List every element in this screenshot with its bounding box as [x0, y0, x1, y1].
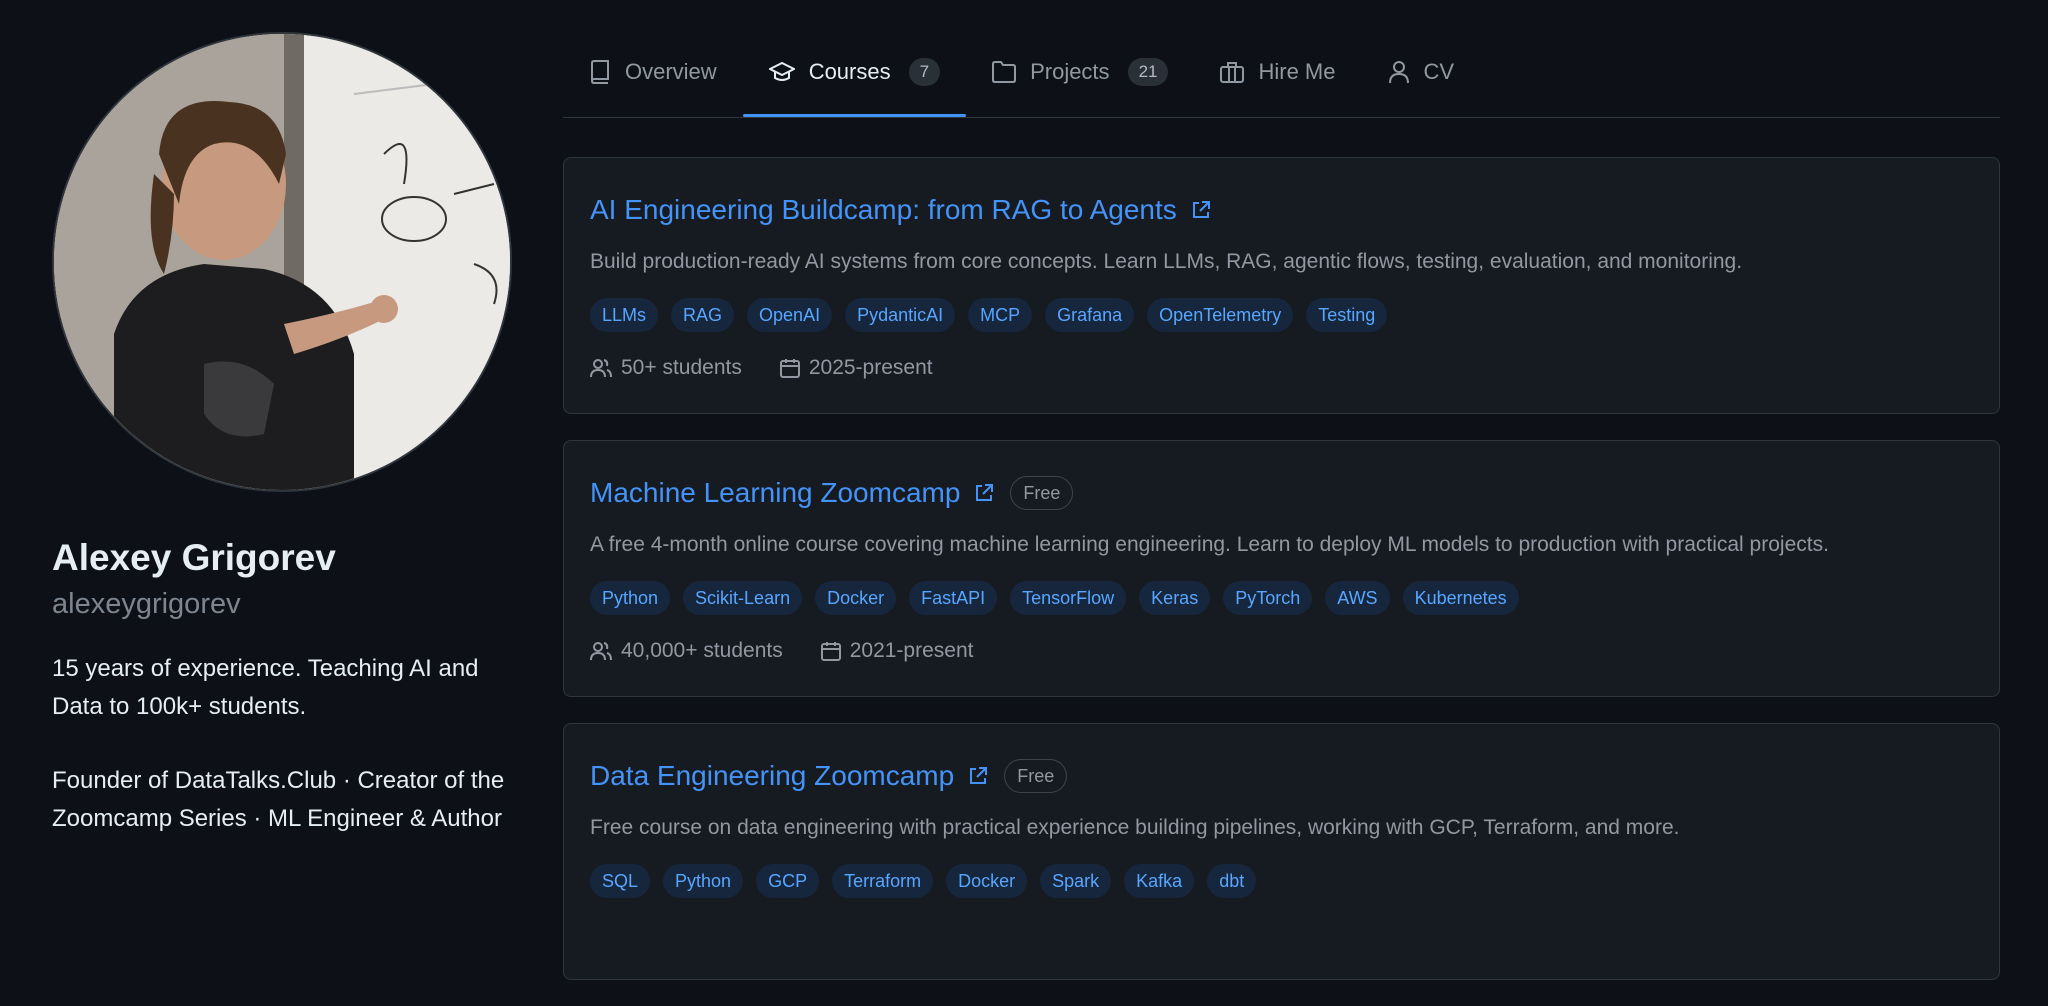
profile-username: alexeygrigorev	[52, 588, 241, 620]
tag[interactable]: Docker	[815, 581, 897, 615]
students-label: 40,000+ students	[621, 639, 783, 662]
tag-list: LLMs RAG OpenAI PydanticAI MCP Grafana O…	[590, 298, 1973, 332]
students-count: 40,000+ students	[590, 639, 783, 663]
students-label: 50+ students	[621, 356, 742, 379]
tag[interactable]: AWS	[1325, 581, 1390, 615]
course-list: AI Engineering Buildcamp: from RAG to Ag…	[563, 157, 2000, 1006]
tag[interactable]: dbt	[1207, 864, 1257, 898]
tab-label: Courses	[808, 59, 891, 84]
tag[interactable]: Docker	[946, 864, 1028, 898]
free-badge: Free	[1004, 759, 1068, 793]
tab-cv[interactable]: CV	[1362, 36, 1481, 108]
people-icon	[590, 358, 612, 378]
profile-tabs: Overview Courses 7 Projects 21 Hire Me C…	[563, 36, 2000, 118]
course-card: Machine Learning Zoomcamp Free A free 4-…	[563, 440, 2000, 697]
students-count: 50+ students	[590, 356, 742, 380]
course-title-link[interactable]: Data Engineering Zoomcamp	[590, 760, 954, 792]
calendar-icon	[779, 358, 800, 378]
person-icon	[1388, 60, 1410, 84]
course-title-link[interactable]: Machine Learning Zoomcamp	[590, 477, 960, 509]
avatar	[52, 32, 512, 492]
tab-label: Hire Me	[1258, 59, 1336, 84]
course-meta: 40,000+ students 2021-present	[590, 639, 1973, 663]
tag[interactable]: Kubernetes	[1402, 581, 1519, 615]
tag[interactable]: LLMs	[590, 298, 659, 332]
tag[interactable]: Spark	[1040, 864, 1112, 898]
course-description: A free 4-month online course covering ma…	[590, 533, 1829, 556]
tag[interactable]: PydanticAI	[845, 298, 956, 332]
tag[interactable]: Python	[590, 581, 671, 615]
tag[interactable]: Terraform	[832, 864, 934, 898]
tab-projects[interactable]: Projects 21	[966, 36, 1194, 108]
tag[interactable]: Python	[663, 864, 744, 898]
course-period: 2021-present	[820, 639, 974, 663]
tag[interactable]: Keras	[1139, 581, 1211, 615]
tag[interactable]: SQL	[590, 864, 651, 898]
tab-overview[interactable]: Overview	[563, 36, 743, 108]
period-label: 2021-present	[849, 639, 974, 662]
free-badge: Free	[1010, 476, 1074, 510]
tag-list: SQL Python GCP Terraform Docker Spark Ka…	[590, 864, 1973, 898]
tag[interactable]: FastAPI	[909, 581, 998, 615]
tag[interactable]: TensorFlow	[1010, 581, 1127, 615]
course-card: Data Engineering Zoomcamp Free Free cour…	[563, 723, 2000, 980]
external-link-icon[interactable]	[974, 483, 994, 503]
tab-courses[interactable]: Courses 7	[742, 36, 967, 117]
bio-line: 15 years of experience. Teaching AI and …	[52, 655, 479, 720]
profile-panel: Alexey Grigorev alexeygrigorev 15 years …	[52, 32, 522, 874]
tag[interactable]: Scikit-Learn	[683, 581, 803, 615]
tab-count-badge: 7	[908, 58, 941, 86]
graduation-cap-icon	[768, 61, 795, 83]
profile-bio: 15 years of experience. Teaching AI and …	[52, 650, 512, 837]
tag[interactable]: GCP	[756, 864, 820, 898]
tab-label: Projects	[1030, 59, 1110, 84]
bio-line: Founder of DataTalks.Club · Creator of t…	[52, 767, 505, 832]
course-title-link[interactable]: AI Engineering Buildcamp: from RAG to Ag…	[590, 194, 1177, 226]
profile-name: Alexey Grigorev	[52, 537, 336, 578]
tag[interactable]: OpenAI	[747, 298, 833, 332]
tag-list: Python Scikit-Learn Docker FastAPI Tenso…	[590, 581, 1973, 615]
course-card: AI Engineering Buildcamp: from RAG to Ag…	[563, 157, 2000, 414]
avatar-photo	[54, 34, 510, 490]
period-label: 2025-present	[808, 356, 933, 379]
course-meta: 50+ students 2025-present	[590, 356, 1973, 380]
tag[interactable]: Testing	[1306, 298, 1388, 332]
tag[interactable]: RAG	[671, 298, 735, 332]
tag[interactable]: Grafana	[1045, 298, 1135, 332]
tag[interactable]: PyTorch	[1223, 581, 1313, 615]
tab-label: CV	[1423, 59, 1455, 84]
tag[interactable]: OpenTelemetry	[1147, 298, 1294, 332]
tag[interactable]: Kafka	[1124, 864, 1195, 898]
tab-label: Overview	[625, 59, 717, 84]
people-icon	[590, 641, 612, 661]
external-link-icon[interactable]	[1191, 200, 1211, 220]
course-description: Free course on data engineering with pra…	[590, 816, 1680, 839]
course-period: 2025-present	[779, 356, 933, 380]
course-description: Build production-ready AI systems from c…	[590, 250, 1743, 273]
calendar-icon	[820, 641, 841, 661]
book-icon	[589, 60, 611, 84]
tab-hire-me[interactable]: Hire Me	[1194, 36, 1361, 108]
briefcase-icon	[1220, 61, 1245, 83]
external-link-icon[interactable]	[968, 766, 988, 786]
folder-icon	[992, 61, 1017, 83]
tab-count-badge: 21	[1127, 58, 1169, 86]
tag[interactable]: MCP	[968, 298, 1033, 332]
